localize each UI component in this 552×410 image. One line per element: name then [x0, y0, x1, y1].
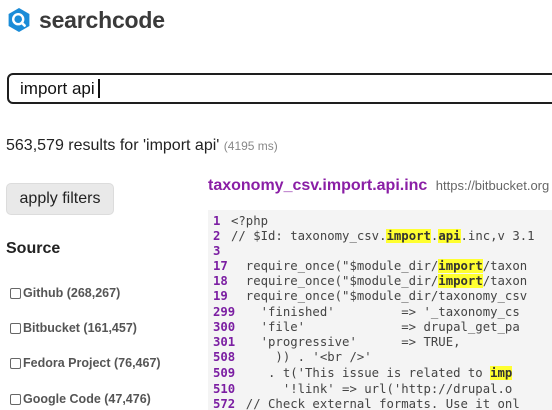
- source-label: Bitbucket (161,457): [23, 321, 137, 335]
- github-checkbox[interactable]: [10, 287, 21, 299]
- line-code: require_once("$module_dir/import/taxon: [231, 258, 527, 274]
- code-text: // $Id: taxonomy_csv.: [231, 229, 387, 243]
- code-text: '!link' => url('http://drupal.o: [231, 382, 513, 396]
- source-label: Github (268,267): [23, 286, 121, 300]
- source-option-fedora-project[interactable]: Fedora Project (76,467): [10, 356, 161, 370]
- line-code: require_once("$module_dir/taxonomy_csv: [231, 288, 527, 304]
- results-summary: 563,579 results for 'import api' (4195 m…: [6, 137, 278, 155]
- source-option-github[interactable]: Github (268,267): [10, 286, 120, 300]
- results-time: (4195 ms): [223, 139, 278, 153]
- line-code: 'progressive' => TRUE,: [231, 334, 461, 350]
- match-highlight: imp: [490, 366, 513, 380]
- bitbucket-checkbox[interactable]: [10, 322, 21, 334]
- line-code: require_once("$module_dir/import/taxon: [231, 273, 527, 289]
- match-highlight: import: [438, 274, 483, 288]
- source-heading: Source: [6, 240, 61, 257]
- line-code: 'finished' => '_taxonomy_cs: [231, 304, 520, 320]
- google-code-checkbox[interactable]: [10, 393, 21, 405]
- line-code: <?php: [231, 213, 268, 229]
- match-highlight: api: [438, 229, 461, 243]
- result-title-link[interactable]: taxonomy_csv.import.api.inc: [208, 177, 427, 194]
- code-text: <?php: [231, 214, 269, 228]
- line-code: )) . '<br />': [231, 349, 372, 365]
- code-text: /taxon: [482, 274, 528, 288]
- results-count: 563,579 results for 'import api': [6, 137, 220, 154]
- source-label: Fedora Project (76,467): [23, 356, 161, 370]
- apply-filters-button[interactable]: apply filters: [6, 183, 114, 215]
- match-highlight: import: [438, 259, 483, 273]
- result-url: https://bitbucket.org: [435, 178, 550, 193]
- text-caret: [98, 79, 100, 98]
- searchcode-logo[interactable]: searchcode: [6, 6, 165, 34]
- code-text: )) . '<br />': [231, 350, 372, 364]
- line-code: 'file' => drupal_get_pa: [231, 319, 520, 335]
- search-box[interactable]: [7, 73, 552, 104]
- source-option-bitbucket[interactable]: Bitbucket (161,457): [10, 321, 137, 335]
- code-text: /taxon: [482, 259, 528, 273]
- result-header: taxonomy_csv.import.api.inc https://bitb…: [208, 177, 549, 195]
- code-snippet: 1 <?php 2// $Id: taxonomy_csv.import.api.i…: [208, 210, 552, 410]
- code-text: require_once("$module_dir/: [231, 259, 439, 273]
- code-text: 'finished' => '_taxonomy_cs: [231, 305, 520, 319]
- source-option-google-code[interactable]: Google Code (47,476): [10, 392, 151, 406]
- line-code: // Check external formats. Use it onl: [231, 396, 520, 410]
- searchcode-logo-icon: [8, 8, 30, 32]
- code-text: . t('This issue is related to: [231, 366, 491, 380]
- code-text: 'file' => drupal_get_pa: [231, 320, 520, 334]
- line-code: // $Id: taxonomy_csv.import.api.inc,v 3.…: [231, 228, 535, 244]
- code-text: // Check external formats. Use it onl: [231, 397, 520, 410]
- match-highlight: import: [386, 229, 431, 243]
- brand-name: searchcode: [39, 6, 165, 33]
- code-text: require_once("$module_dir/taxonomy_csv: [231, 289, 528, 303]
- source-label: Google Code (47,476): [23, 392, 151, 406]
- line-code: . t('This issue is related to imp: [231, 365, 513, 381]
- fedora-project-checkbox[interactable]: [10, 357, 21, 369]
- code-text: require_once("$module_dir/: [231, 274, 439, 288]
- code-text: 'progressive' => TRUE,: [231, 335, 461, 349]
- code-text: .inc,v 3.1: [460, 229, 535, 243]
- line-number: 3: [213, 244, 221, 258]
- line-code: '!link' => url('http://drupal.o: [231, 381, 513, 397]
